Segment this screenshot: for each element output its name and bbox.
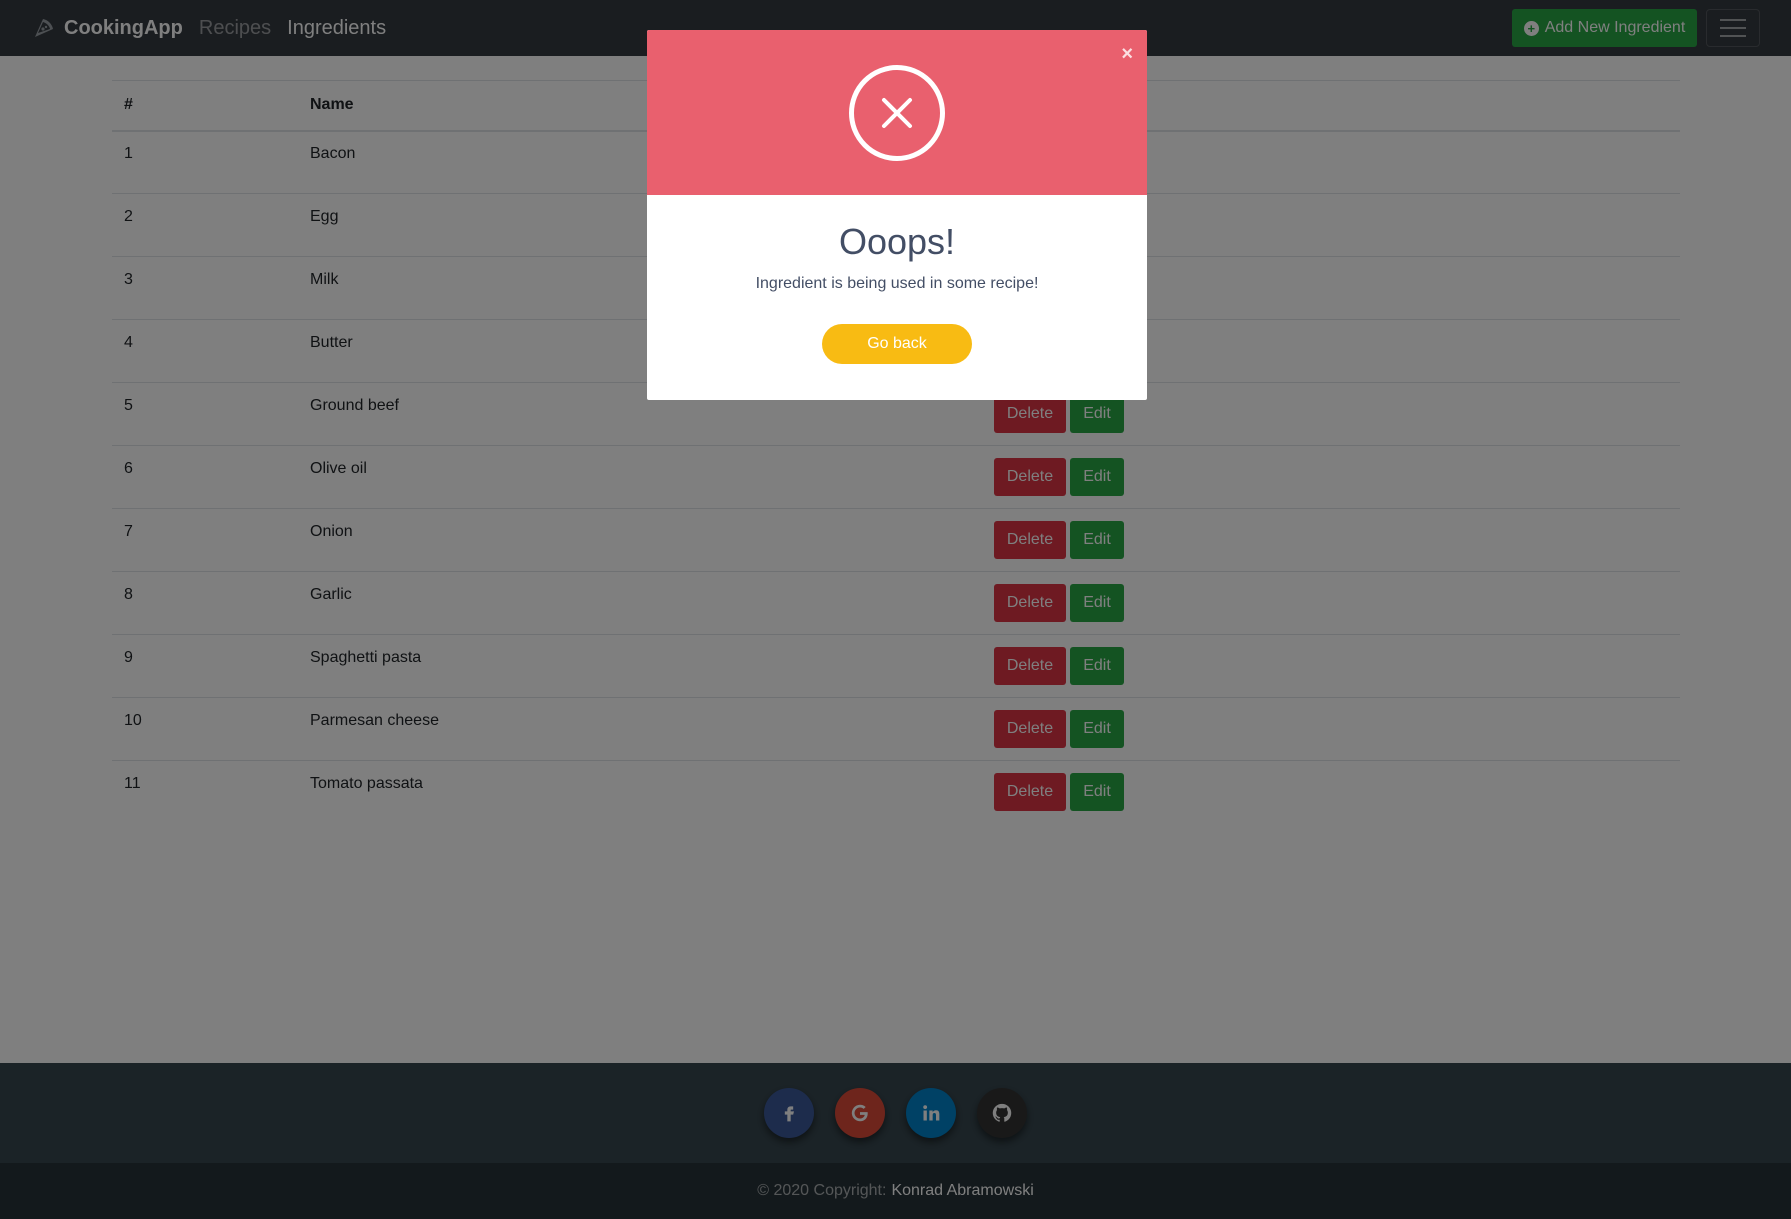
cross-icon: [882, 98, 912, 128]
error-modal: × Ooops! Ingredient is being used in som…: [647, 30, 1147, 400]
modal-header: ×: [647, 30, 1147, 195]
go-back-button[interactable]: Go back: [822, 324, 972, 364]
modal-message: Ingredient is being used in some recipe!: [755, 275, 1039, 292]
modal-title: Ooops!: [838, 221, 956, 262]
close-button[interactable]: ×: [1121, 44, 1133, 64]
error-icon: [849, 65, 945, 161]
